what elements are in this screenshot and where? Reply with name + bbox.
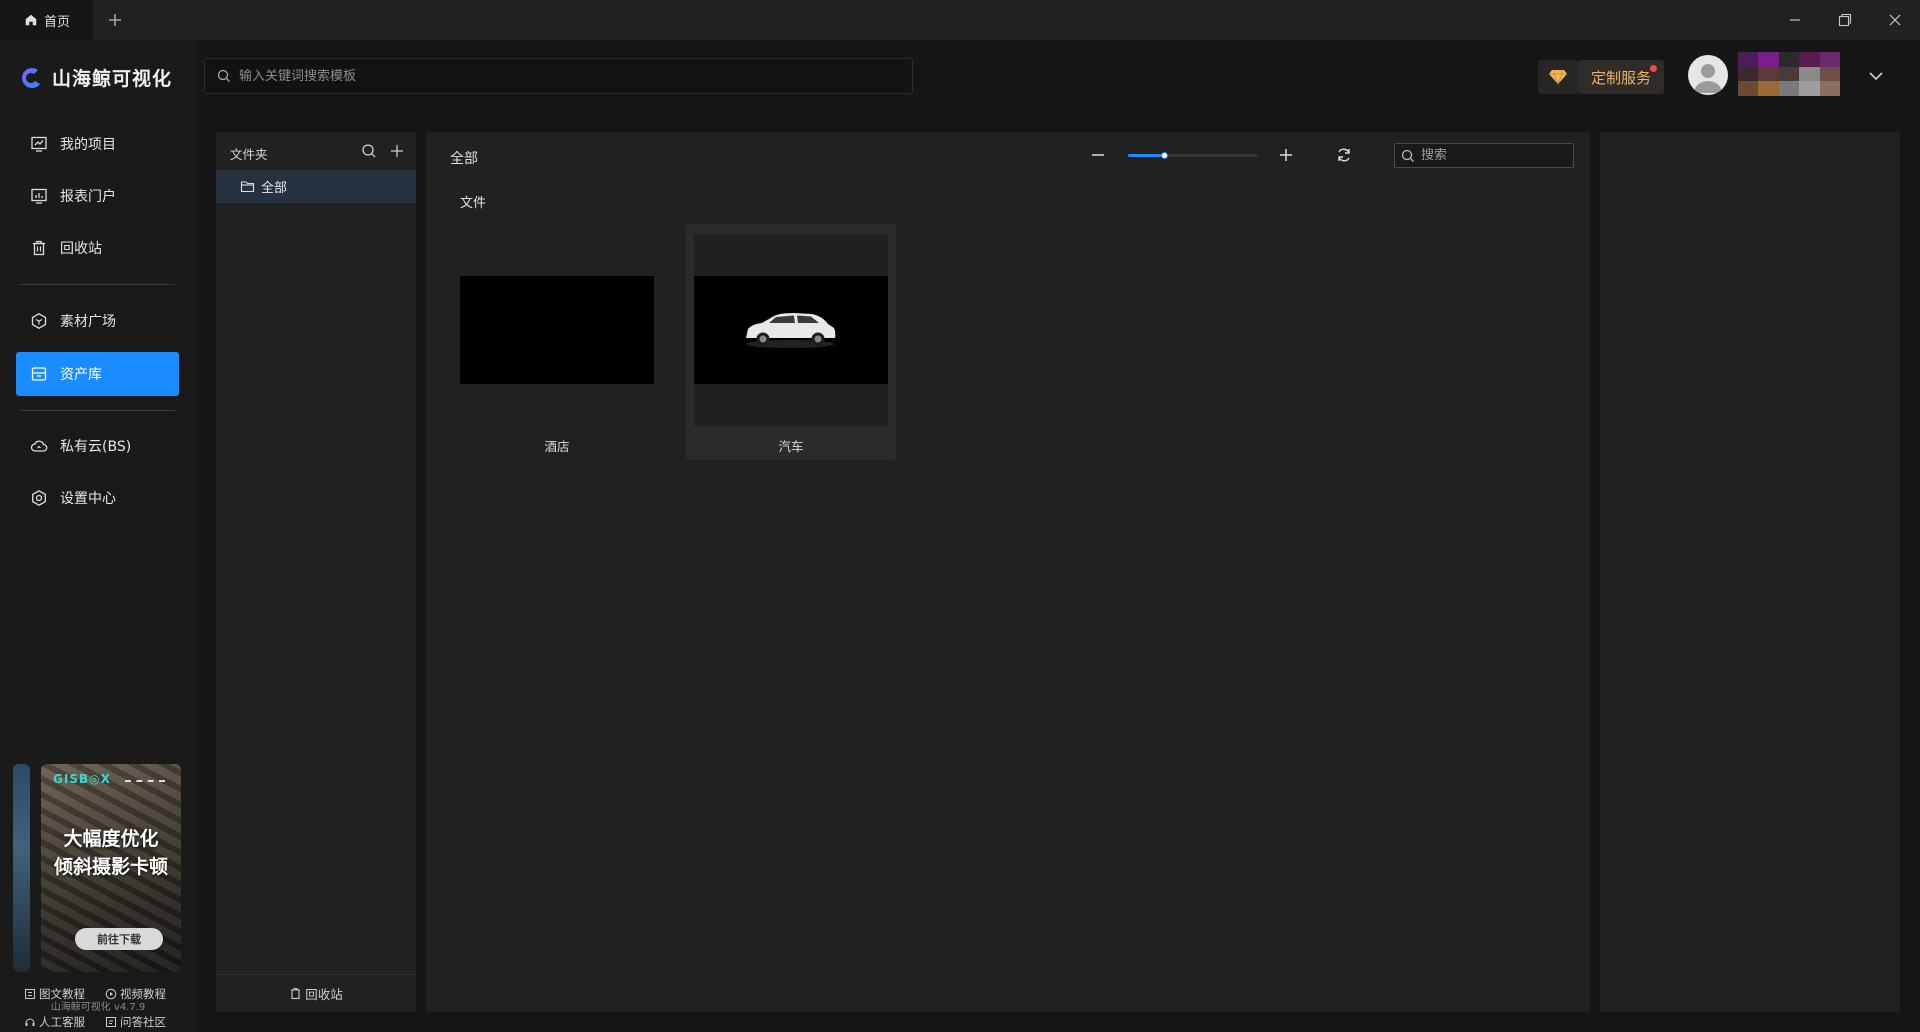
plus-icon [109, 14, 121, 26]
folder-panel-title: 文件夹 [230, 147, 268, 162]
search-icon [217, 69, 230, 82]
asset-box-icon [31, 367, 47, 381]
template-search-box[interactable] [204, 58, 913, 94]
folder-icon [240, 181, 255, 193]
file-card-hotel[interactable]: 酒店 [452, 224, 662, 460]
app-name: 山海鲸可视化 [52, 68, 173, 90]
minimize-icon [1790, 19, 1800, 21]
promo-download-button[interactable]: 前往下载 [75, 928, 163, 950]
cloud-icon [30, 440, 48, 452]
promo-title-line2: 倾斜摄影卡顿 [53, 856, 168, 878]
template-search-input[interactable] [239, 68, 879, 84]
zoom-out-icon[interactable] [1088, 145, 1108, 165]
current-folder-title: 全部 [450, 151, 478, 167]
chart-monitor-icon [31, 136, 47, 152]
sidebar: 山海鲸可视化 我的项目 报表门户 回收站 素材广场 资产库 私有云(BS) 设置… [0, 40, 196, 1032]
promo-decoration [125, 780, 165, 782]
sidebar-item-material-square[interactable]: 素材广场 [16, 299, 179, 343]
search-icon[interactable] [360, 142, 378, 160]
sidebar-item-label: 资产库 [60, 367, 102, 383]
file-name: 汽车 [778, 439, 804, 454]
folder-item-label: 全部 [261, 181, 288, 196]
folder-panel: 文件夹 全部 回收站 [216, 132, 416, 1012]
restore-button[interactable] [1834, 10, 1856, 30]
sidebar-item-label: 私有云(BS) [60, 439, 132, 455]
asset-search-input[interactable] [1421, 148, 1561, 163]
promo-brand: GISB◎X [53, 772, 111, 786]
trash-icon [33, 240, 45, 256]
sidebar-item-report-portal[interactable]: 报表门户 [16, 174, 179, 218]
sidebar-item-label: 素材广场 [60, 314, 116, 330]
asset-main-panel: 全部 文件 酒店 [426, 132, 1590, 1012]
zoom-slider[interactable] [1128, 152, 1258, 159]
folder-item-all[interactable]: 全部 [216, 170, 416, 203]
sidebar-item-label: 设置中心 [60, 491, 116, 507]
sidebar-divider [20, 410, 175, 411]
sidebar-item-private-cloud[interactable]: 私有云(BS) [16, 424, 179, 468]
add-tab-button[interactable] [104, 9, 126, 31]
diamond-icon [1549, 69, 1567, 86]
sidebar-item-my-projects[interactable]: 我的项目 [16, 122, 179, 166]
file-thumbnail [694, 276, 888, 384]
trash-icon [291, 987, 301, 1000]
promo-prev-slide[interactable] [13, 764, 30, 972]
detail-panel [1600, 132, 1900, 1012]
version-label: 山海鲸可视化 v4.7.9 [50, 1002, 146, 1013]
sidebar-divider [20, 284, 175, 285]
user-avatar-icon [1694, 64, 1722, 93]
zoom-in-icon[interactable] [1276, 145, 1296, 165]
qa-community-label: 问答社区 [120, 1015, 166, 1029]
promo-title-line1: 大幅度优化 [63, 828, 159, 850]
chat-icon [106, 1017, 116, 1027]
app-logo: 山海鲸可视化 [18, 64, 172, 91]
file-thumbnail [460, 276, 654, 384]
qa-community-link[interactable]: 问答社区 [105, 1014, 166, 1030]
headset-icon [25, 1018, 35, 1026]
sidebar-item-label: 回收站 [60, 241, 102, 257]
files-section-title: 文件 [460, 196, 487, 211]
vip-badge[interactable] [1538, 60, 1578, 94]
sidebar-item-asset-library[interactable]: 资产库 [16, 352, 179, 396]
username-redacted[interactable] [1738, 52, 1840, 96]
zoom-slider-fill [1128, 154, 1165, 157]
sidebar-item-recycle-bin[interactable]: 回收站 [16, 226, 179, 270]
refresh-icon[interactable] [1334, 145, 1354, 165]
chevron-down-icon[interactable] [1866, 66, 1886, 86]
minimize-button[interactable] [1784, 10, 1806, 30]
tab-home[interactable]: 首页 [0, 0, 93, 40]
sidebar-item-label: 报表门户 [60, 189, 116, 205]
search-icon [1401, 149, 1414, 162]
file-thumbnail-area [460, 234, 654, 426]
gear-icon [32, 490, 46, 506]
folder-recycle-button[interactable]: 回收站 [216, 974, 416, 1012]
file-thumbnail-area [694, 234, 888, 426]
promo-banner[interactable]: GISB◎X 大幅度优化 倾斜摄影卡顿 前往下载 [13, 764, 181, 972]
title-bar: 首页 [0, 0, 1920, 40]
restore-icon [1838, 13, 1852, 27]
sidebar-item-settings[interactable]: 设置中心 [16, 476, 179, 520]
home-icon [25, 14, 37, 26]
cube-icon [31, 313, 47, 329]
promo-card[interactable]: GISB◎X 大幅度优化 倾斜摄影卡顿 前往下载 [41, 764, 181, 972]
tab-home-label: 首页 [44, 14, 71, 30]
add-folder-icon[interactable] [388, 142, 406, 160]
close-button[interactable] [1884, 10, 1906, 30]
whale-logo-icon [22, 67, 40, 88]
file-card-car[interactable]: 汽车 [686, 224, 896, 460]
sidebar-item-label: 我的项目 [60, 137, 116, 153]
car-thumbnail-image [746, 313, 836, 348]
report-icon [31, 188, 47, 204]
file-name: 酒店 [544, 439, 570, 454]
asset-search-box[interactable] [1394, 143, 1574, 168]
customer-service-link[interactable]: 人工客服 [24, 1014, 85, 1030]
close-icon [1889, 14, 1901, 26]
customer-service-label: 人工客服 [39, 1015, 85, 1029]
zoom-slider-handle[interactable] [1161, 152, 1169, 159]
notification-dot [1650, 65, 1657, 72]
avatar[interactable] [1688, 55, 1728, 95]
folder-recycle-label: 回收站 [305, 987, 343, 1002]
